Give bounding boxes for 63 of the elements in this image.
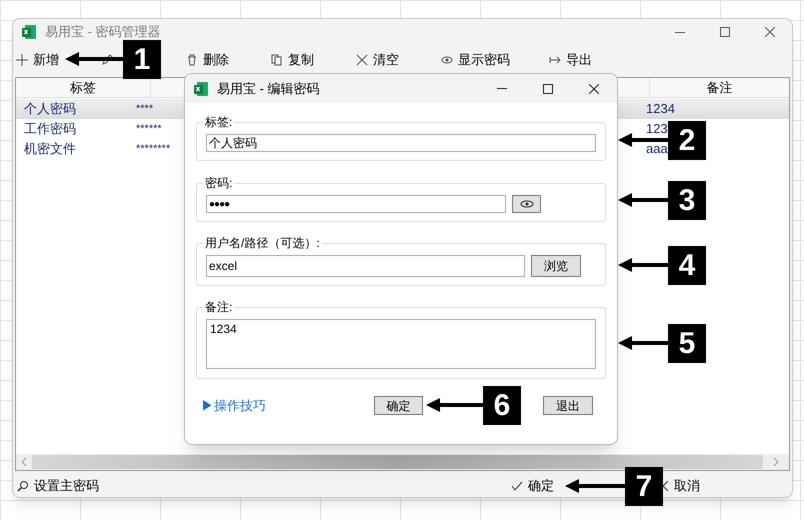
note-field[interactable]: 1234 xyxy=(206,319,596,369)
spreadsheet-app-icon xyxy=(193,80,209,96)
callout-number: 7 xyxy=(625,467,663,506)
callout-number: 1 xyxy=(123,40,161,79)
group-label: 用户名/路径（可选）: xyxy=(203,235,322,251)
search-icon xyxy=(17,480,29,492)
maximize-icon[interactable] xyxy=(720,27,730,37)
tips-link[interactable]: ▶操作技巧 xyxy=(201,396,266,416)
table-cell: ******** xyxy=(136,142,170,155)
toolbar-button[interactable]: 显示密码 xyxy=(458,50,510,70)
window-title: 易用宝 - 密码管理器 xyxy=(45,23,161,42)
arrow-icon xyxy=(565,479,625,493)
arrow-icon xyxy=(618,258,668,272)
cancel-button[interactable]: 取消 xyxy=(674,476,700,496)
toolbar-button[interactable]: 清空 xyxy=(373,50,399,70)
input-field[interactable]: 个人密码 xyxy=(206,134,596,152)
column-header[interactable]: 备注 xyxy=(649,78,789,97)
table-cell-text: 机密文件 xyxy=(23,140,77,158)
ok-button[interactable]: 确定 xyxy=(528,476,554,496)
arrow-icon xyxy=(618,133,668,147)
table-cell: ****** xyxy=(136,122,162,135)
arrow-icon xyxy=(618,193,668,207)
ok-button[interactable]: 确定 xyxy=(374,396,423,416)
eye-icon xyxy=(520,200,534,208)
spreadsheet-app-icon xyxy=(21,24,37,40)
toolbar-button[interactable]: 新增 xyxy=(33,50,59,70)
eye-icon xyxy=(441,54,453,66)
trash-icon xyxy=(186,54,198,66)
close-icon[interactable] xyxy=(589,84,599,94)
browse-button[interactable]: 浏览 xyxy=(531,255,581,277)
toolbar-button[interactable]: 复制 xyxy=(288,50,314,70)
show-password-button[interactable] xyxy=(512,195,541,213)
callout-number: 5 xyxy=(668,324,706,363)
group-label: 密码: xyxy=(203,175,234,191)
copy-icon xyxy=(271,54,283,66)
plus-icon xyxy=(16,54,28,66)
table-cell: aaa xyxy=(646,141,668,156)
table-cell: **** xyxy=(136,102,154,115)
arrow-icon xyxy=(618,336,668,350)
toolbar-button[interactable]: 删除 xyxy=(203,50,229,70)
callout-number: 4 xyxy=(668,246,706,285)
arrow-icon xyxy=(549,54,561,66)
callout-number: 3 xyxy=(668,181,706,220)
table-cell: 123 xyxy=(646,121,668,136)
set-master-password-button[interactable]: 设置主密码 xyxy=(34,476,99,496)
exit-button[interactable]: 退出 xyxy=(543,396,593,416)
table-cell-text: 个人密码 xyxy=(23,100,77,118)
arrow-icon xyxy=(65,52,123,66)
maximize-icon[interactable] xyxy=(543,84,553,94)
group-label: 备注: xyxy=(203,299,234,315)
callout-number: 6 xyxy=(483,386,521,425)
group-label: 标签: xyxy=(203,114,234,130)
password-field[interactable]: ●●●● xyxy=(206,195,506,213)
checkmark-icon xyxy=(511,481,523,492)
table-cell-text: 工作密码 xyxy=(23,120,77,138)
callout-number: 2 xyxy=(668,121,706,160)
toolbar-button[interactable]: 导出 xyxy=(566,50,592,70)
table-cell: 1234 xyxy=(646,101,675,116)
close-icon xyxy=(356,54,368,66)
close-icon[interactable] xyxy=(764,27,774,37)
arrow-icon xyxy=(426,398,483,412)
input-field[interactable]: excel xyxy=(206,255,525,277)
dialog-title: 易用宝 - 编辑密码 xyxy=(217,80,320,98)
